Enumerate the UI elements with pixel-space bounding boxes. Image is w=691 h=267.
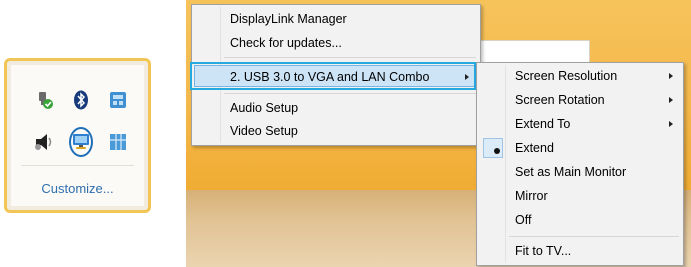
- menu-item-label: Check for updates...: [230, 36, 342, 50]
- menu-item-screen-rotation[interactable]: Screen Rotation: [479, 89, 681, 111]
- tray-icon-grid: [25, 79, 137, 163]
- menu-item-video-setup[interactable]: Video Setup: [194, 120, 478, 142]
- customize-link[interactable]: Customize...: [11, 181, 144, 196]
- menu-item-label: Video Setup: [230, 124, 298, 138]
- network-adapter-icon[interactable]: [106, 88, 130, 112]
- displaylink-monitor-icon: [72, 134, 89, 149]
- menu-item-label: Extend: [515, 141, 554, 155]
- menu-item-label: Set as Main Monitor: [515, 165, 627, 179]
- menu-item-screen-resolution[interactable]: Screen Resolution: [479, 65, 681, 87]
- tray-overflow-panel: Customize...: [4, 58, 151, 213]
- highlight-callout: [190, 62, 476, 90]
- menu-item-extend[interactable]: Extend: [479, 137, 681, 159]
- tray-divider: [21, 165, 134, 166]
- menu-separator: [224, 93, 476, 94]
- window-grid-icon[interactable]: [106, 130, 130, 154]
- submenu-arrow-icon: [669, 97, 673, 103]
- safely-remove-hardware-icon[interactable]: [32, 88, 56, 112]
- menu-separator: [509, 236, 679, 237]
- speaker-icon[interactable]: [32, 130, 56, 154]
- menu-item-label: Screen Resolution: [515, 69, 618, 83]
- menu-item-mirror[interactable]: Mirror: [479, 185, 681, 207]
- menu-item-fit-to-tv[interactable]: Fit to TV...: [479, 240, 681, 262]
- menu-item-extend-to[interactable]: Extend To: [479, 113, 681, 135]
- menu-item-label: Mirror: [515, 189, 548, 203]
- menu-item-audio-setup[interactable]: Audio Setup: [194, 97, 478, 119]
- menu-item-displaylink-manager[interactable]: DisplayLink Manager: [194, 8, 478, 30]
- selection-circle: [68, 127, 93, 157]
- submenu-arrow-icon: [669, 73, 673, 79]
- menu-item-check-for-updates[interactable]: Check for updates...: [194, 32, 478, 54]
- menu-item-label: Fit to TV...: [515, 244, 572, 258]
- menu-item-off[interactable]: Off: [479, 209, 681, 231]
- menu-item-label: DisplayLink Manager: [230, 12, 347, 26]
- desktop-background: DisplayLink Manager Check for updates...…: [186, 0, 691, 267]
- checked-indicator: [483, 138, 503, 158]
- bluetooth-icon[interactable]: [69, 88, 93, 112]
- tray-panel-body: Customize...: [11, 65, 144, 206]
- menu-item-label: Audio Setup: [230, 101, 299, 115]
- submenu-arrow-icon: [669, 121, 673, 127]
- radio-bullet-icon: [494, 148, 500, 154]
- menu-item-label: Off: [515, 213, 532, 227]
- menu-separator: [224, 57, 476, 58]
- displaylink-icon-selected[interactable]: [68, 127, 93, 157]
- menu-item-set-as-main-monitor[interactable]: Set as Main Monitor: [479, 161, 681, 183]
- device-submenu: Screen Resolution Screen Rotation Extend…: [476, 62, 684, 266]
- menu-item-label: Extend To: [515, 117, 571, 131]
- menu-item-label: Screen Rotation: [515, 93, 605, 107]
